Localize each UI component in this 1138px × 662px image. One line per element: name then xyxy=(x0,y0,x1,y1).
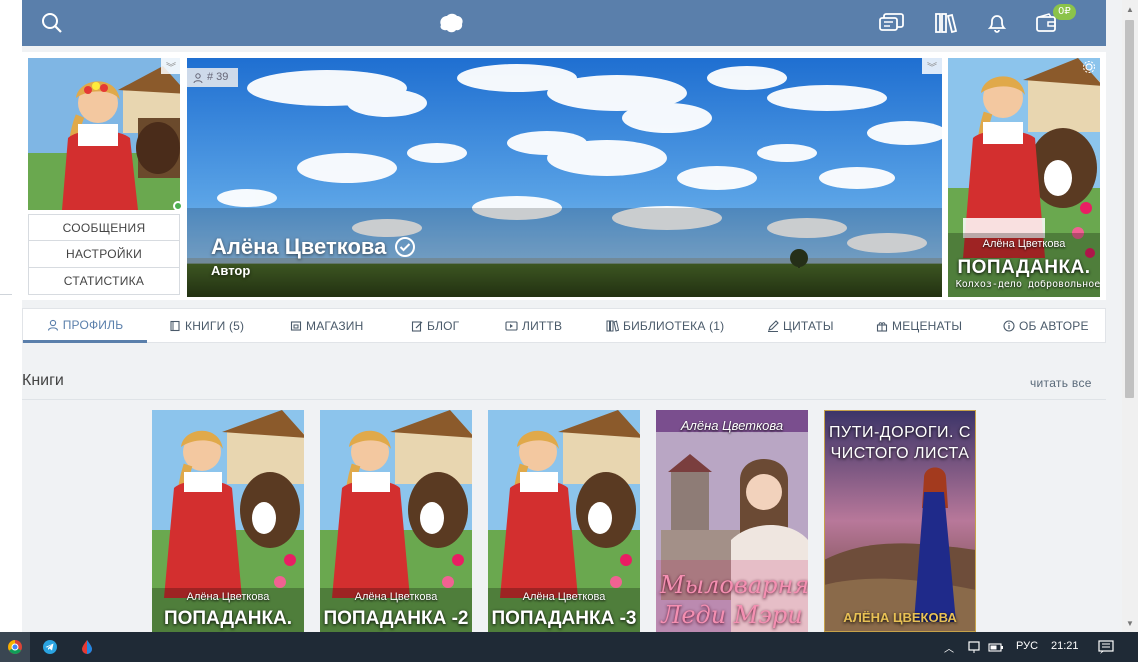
book-author: Алёна Цветкова xyxy=(186,591,270,603)
section-divider xyxy=(22,399,1106,400)
featured-book-settings-icon[interactable] xyxy=(1082,60,1098,74)
keyboard-language-indicator[interactable]: РУС xyxy=(1016,640,1038,652)
shop-icon xyxy=(290,321,302,331)
search-icon[interactable] xyxy=(38,9,66,37)
tab-label: БИБЛИОТЕКА (1) xyxy=(623,319,725,333)
book-icon xyxy=(170,320,180,332)
gift-icon xyxy=(876,322,888,332)
read-all-link[interactable]: читать все xyxy=(1030,376,1092,390)
author-name-block: Алёна Цветкова xyxy=(211,234,416,260)
tab-label: БЛОГ xyxy=(427,319,460,333)
info-icon xyxy=(1003,320,1015,332)
top-navigation-bar: 0₽ xyxy=(22,0,1106,46)
book-author: Алёна Цветкова xyxy=(522,591,606,603)
telegram-taskbar-icon[interactable] xyxy=(35,632,65,662)
color-drop-taskbar-icon[interactable] xyxy=(72,632,102,662)
tab-patrons[interactable]: МЕЦЕНАТЫ xyxy=(876,309,962,343)
avatar[interactable] xyxy=(28,58,180,210)
os-taskbar: ︿ РУС 21:21 xyxy=(0,632,1138,662)
tab-label: ПРОФИЛЬ xyxy=(62,317,124,332)
tab-label: КНИГИ (5) xyxy=(185,319,245,333)
tab-quotes[interactable]: ЦИТАТЫ xyxy=(767,309,834,343)
verified-check-icon xyxy=(395,237,416,257)
book-title: ПУТИ-ДОРОГИ. С ЧИСТОГО ЛИСТА xyxy=(829,424,971,462)
tab-littv[interactable]: ЛИТТВ xyxy=(505,309,562,343)
book-title: ПОПАДАНКА -2 xyxy=(323,608,469,629)
marker-icon xyxy=(768,320,779,332)
book-card[interactable]: Алёна Цветкова ПОПАДАНКА -2 xyxy=(320,410,472,632)
tab-label: МЕЦЕНАТЫ xyxy=(892,319,963,333)
followers-count: # 39 xyxy=(207,71,229,83)
book-author: Алёна Цветкова xyxy=(354,591,438,603)
tab-books[interactable]: КНИГИ (5) xyxy=(169,309,244,343)
tab-label: МАГАЗИН xyxy=(306,319,364,333)
book-title: Мыловарня Леди Мэри xyxy=(660,571,808,629)
tab-label: ЛИТТВ xyxy=(522,319,563,333)
notification-center-icon[interactable] xyxy=(1094,632,1118,662)
tray-chevron-up-icon[interactable]: ︿ xyxy=(939,632,959,662)
network-icon[interactable] xyxy=(965,632,983,662)
tab-label: ОБ АВТОРЕ xyxy=(1019,319,1089,333)
tab-profile[interactable]: ПРОФИЛЬ xyxy=(23,309,147,343)
scrollbar-thumb[interactable] xyxy=(1125,20,1134,398)
menu-item-settings[interactable]: НАСТРОЙКИ xyxy=(28,241,180,268)
online-status-indicator xyxy=(173,201,183,211)
book-title: ПОПАДАНКА -3 xyxy=(491,608,637,629)
book-author: АЛЁНА ЦВЕКОВА xyxy=(843,610,957,625)
wallet-balance-badge: 0₽ xyxy=(1053,4,1076,20)
library-icon[interactable] xyxy=(932,9,960,37)
video-icon xyxy=(505,321,518,331)
author-name: Алёна Цветкова xyxy=(211,234,387,259)
battery-icon[interactable] xyxy=(987,632,1005,662)
tab-shop[interactable]: МАГАЗИН xyxy=(290,309,364,343)
book-card[interactable]: Алёна Цветкова ПОПАДАНКА -3 xyxy=(488,410,640,632)
left-page-edge xyxy=(0,0,22,632)
featured-book-title: ПОПАДАНКА. xyxy=(957,257,1091,278)
book-card[interactable]: Алёна Цветкова Мыловарня Леди Мэри xyxy=(656,410,808,632)
profile-tabs: ПРОФИЛЬ КНИГИ (5) МАГАЗИН БЛОГ ЛИТТВ БИБ… xyxy=(22,308,1106,343)
menu-item-statistics[interactable]: СТАТИСТИКА xyxy=(28,268,180,295)
tab-label: ЦИТАТЫ xyxy=(783,319,834,333)
menu-item-messages[interactable]: СООБЩЕНИЯ xyxy=(28,214,180,241)
messages-icon[interactable] xyxy=(878,9,906,37)
book-title: ПОПАДАНКА. xyxy=(163,608,293,629)
profile-cover-image xyxy=(187,58,942,297)
cover-collapse-chevron-icon[interactable]: ︾ xyxy=(922,58,942,74)
notifications-bell-icon[interactable] xyxy=(983,9,1011,37)
library-icon xyxy=(606,320,619,332)
user-icon xyxy=(47,319,58,331)
featured-book-author: Алёна Цветкова xyxy=(982,238,1066,250)
chrome-taskbar-icon[interactable] xyxy=(0,632,30,662)
tab-blog[interactable]: БЛОГ xyxy=(411,309,459,343)
book-card[interactable]: ПУТИ-ДОРОГИ. С ЧИСТОГО ЛИСТА АЛЁНА ЦВЕКО… xyxy=(824,410,976,632)
scroll-up-arrow-icon[interactable]: ▲ xyxy=(1122,2,1138,16)
scroll-down-arrow-icon[interactable]: ▼ xyxy=(1122,616,1138,630)
book-author: Алёна Цветкова xyxy=(680,418,784,433)
author-role: Автор xyxy=(211,263,251,278)
site-logo-icon[interactable] xyxy=(436,9,466,37)
system-clock[interactable]: 21:21 xyxy=(1051,640,1079,652)
featured-book-cover[interactable]: Алёна Цветкова ПОПАДАНКА. Колхоз-дело до… xyxy=(948,58,1100,297)
featured-book-subtitle: Колхоз-дело добровольное xyxy=(955,279,1100,290)
book-card[interactable]: Алёна Цветкова ПОПАДАНКА. xyxy=(152,410,304,632)
profile-menu: СООБЩЕНИЯ НАСТРОЙКИ СТАТИСТИКА xyxy=(28,214,180,295)
tab-library[interactable]: БИБЛИОТЕКА (1) xyxy=(606,309,724,343)
followers-counter[interactable]: # 39 xyxy=(187,68,239,87)
user-icon xyxy=(193,72,203,83)
tab-about-author[interactable]: ОБ АВТОРЕ xyxy=(1003,309,1089,343)
avatar-collapse-chevron-icon[interactable]: ︾ xyxy=(161,58,181,74)
left-divider xyxy=(0,294,12,295)
edit-icon xyxy=(411,321,423,332)
books-section-title: Книги xyxy=(22,372,64,389)
